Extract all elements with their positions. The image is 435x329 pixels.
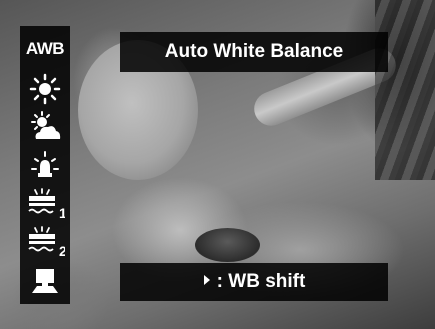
setting-title-bar: Auto White Balance: [120, 32, 388, 72]
wb-option-daylight[interactable]: [20, 70, 70, 108]
wb-shift-hint-bar: : WB shift: [120, 263, 388, 301]
wb-option-awb[interactable]: AWB: [20, 30, 70, 68]
fluorescent-2-label: 2: [59, 243, 65, 258]
custom-wb-icon: [32, 269, 58, 293]
tungsten-bulb-icon: [31, 151, 59, 177]
wb-option-fluorescent-1[interactable]: 1: [20, 184, 70, 222]
fluorescent-1-label: 1: [59, 205, 65, 220]
cloudy-icon: [31, 111, 61, 139]
wb-option-custom[interactable]: [20, 262, 70, 300]
wb-option-cloudy[interactable]: [20, 108, 70, 146]
fluorescent-2-icon: 2: [28, 226, 65, 258]
setting-title: Auto White Balance: [164, 41, 344, 62]
wb-option-fluorescent-2[interactable]: 2: [20, 222, 70, 260]
right-arrow-icon: [203, 273, 211, 291]
sun-icon: [29, 73, 61, 105]
wb-option-tungsten[interactable]: [20, 146, 70, 184]
photo-background-plant: [375, 0, 435, 180]
fluorescent-1-icon: 1: [28, 188, 65, 220]
awb-label: AWB: [25, 39, 65, 58]
wb-shift-hint: : WB shift: [216, 271, 306, 292]
photo-subject-toy: [195, 228, 260, 262]
camera-lcd-screen: AWB 1 2 Auto White Balance: WB shift: [0, 0, 435, 329]
